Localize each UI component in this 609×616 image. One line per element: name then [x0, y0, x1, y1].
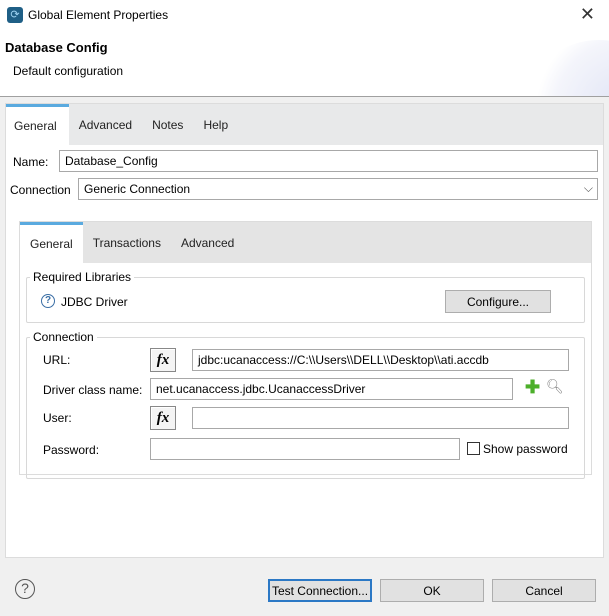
- tab-notes[interactable]: Notes: [142, 104, 193, 145]
- name-label: Name:: [13, 155, 49, 169]
- page-title: Database Config: [5, 40, 108, 55]
- main-tabs: General Advanced Notes Help: [6, 104, 603, 145]
- page-subtitle: Default configuration: [13, 64, 124, 78]
- tab-help[interactable]: Help: [193, 104, 238, 145]
- user-input[interactable]: [192, 407, 569, 429]
- url-fx-button[interactable]: fx: [150, 348, 176, 372]
- cancel-button[interactable]: Cancel: [492, 579, 596, 602]
- inner-tab-general[interactable]: General: [20, 222, 83, 263]
- app-icon: ⟳: [7, 7, 23, 23]
- main-panel: General Advanced Notes Help Name: Databa…: [5, 103, 604, 558]
- jdbc-driver-label: JDBC Driver: [61, 295, 128, 309]
- url-input[interactable]: jdbc:ucanaccess://C:\\Users\\DELL\\Deskt…: [192, 349, 569, 371]
- connection-group-title: Connection: [30, 330, 97, 344]
- title-bar: ⟳ Global Element Properties ✕: [0, 0, 609, 30]
- required-libraries-title: Required Libraries: [30, 270, 135, 284]
- user-fx-button[interactable]: fx: [150, 406, 176, 430]
- connection-select-value: Generic Connection: [84, 182, 191, 196]
- show-password-label: Show password: [483, 442, 568, 456]
- connection-select[interactable]: Generic Connection ⌵: [78, 178, 598, 200]
- tab-advanced[interactable]: Advanced: [69, 104, 142, 145]
- help-icon[interactable]: ?: [41, 294, 55, 308]
- driver-class-input[interactable]: net.ucanaccess.jdbc.UcanaccessDriver: [150, 378, 513, 400]
- show-password-checkbox[interactable]: [467, 442, 480, 455]
- user-label: User:: [43, 411, 72, 425]
- tab-general[interactable]: General: [6, 104, 69, 145]
- url-label: URL:: [43, 353, 71, 367]
- search-icon[interactable]: 🔍︎: [546, 378, 564, 395]
- dialog-header: Database Config Default configuration: [0, 30, 609, 97]
- add-icon[interactable]: ✚: [525, 377, 540, 398]
- close-icon[interactable]: ✕: [580, 4, 595, 25]
- chevron-down-icon: ⌵: [583, 181, 593, 195]
- help-icon[interactable]: ?: [15, 579, 35, 599]
- ok-button[interactable]: OK: [380, 579, 484, 602]
- inner-tab-transactions[interactable]: Transactions: [83, 222, 171, 263]
- inner-tabs: General Transactions Advanced: [20, 222, 591, 263]
- window-title: Global Element Properties: [28, 8, 169, 22]
- inner-panel: General Transactions Advanced Required L…: [19, 221, 592, 479]
- configure-button[interactable]: Configure...: [445, 290, 551, 313]
- inner-tab-advanced[interactable]: Advanced: [171, 222, 244, 263]
- password-input[interactable]: [150, 438, 460, 460]
- password-label: Password:: [43, 443, 100, 457]
- name-input[interactable]: Database_Config: [59, 150, 598, 172]
- test-connection-button[interactable]: Test Connection...: [268, 579, 372, 602]
- driver-class-label: Driver class name:: [43, 383, 143, 397]
- connection-label: Connection: [10, 183, 71, 197]
